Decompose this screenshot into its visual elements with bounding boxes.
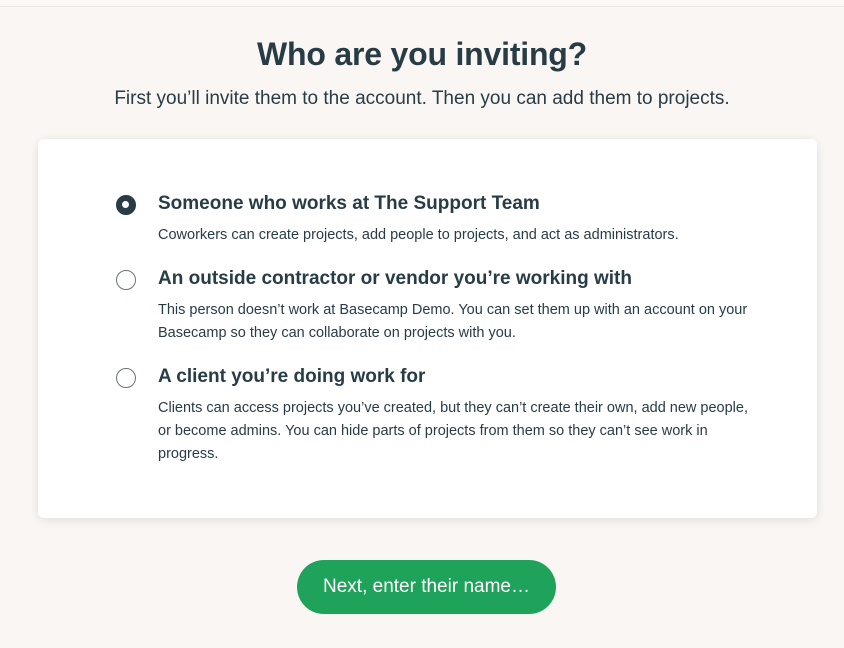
option-contractor-title: An outside contractor or vendor you’re w… [158, 268, 632, 289]
radio-client[interactable] [116, 368, 136, 388]
option-client-title: A client you’re doing work for [158, 366, 426, 387]
option-contractor-description: This person doesn’t work at Basecamp Dem… [158, 302, 748, 341]
radio-contractor[interactable] [116, 270, 136, 290]
invite-type-card: Someone who works at The Support Team Co… [38, 139, 817, 518]
option-coworker-description: Coworkers can create projects, add peopl… [158, 227, 679, 243]
page-title: Who are you inviting? [256, 36, 588, 72]
option-client-description: Clients can access projects you’ve creat… [158, 400, 748, 462]
top-border [0, 0, 844, 7]
next-enter-name-button[interactable]: Next, enter their name… [297, 560, 556, 614]
page-subtitle: First you’ll invite them to the account.… [114, 88, 730, 109]
option-coworker-title: Someone who works at The Support Team [158, 193, 540, 214]
radio-coworker[interactable] [116, 195, 136, 215]
